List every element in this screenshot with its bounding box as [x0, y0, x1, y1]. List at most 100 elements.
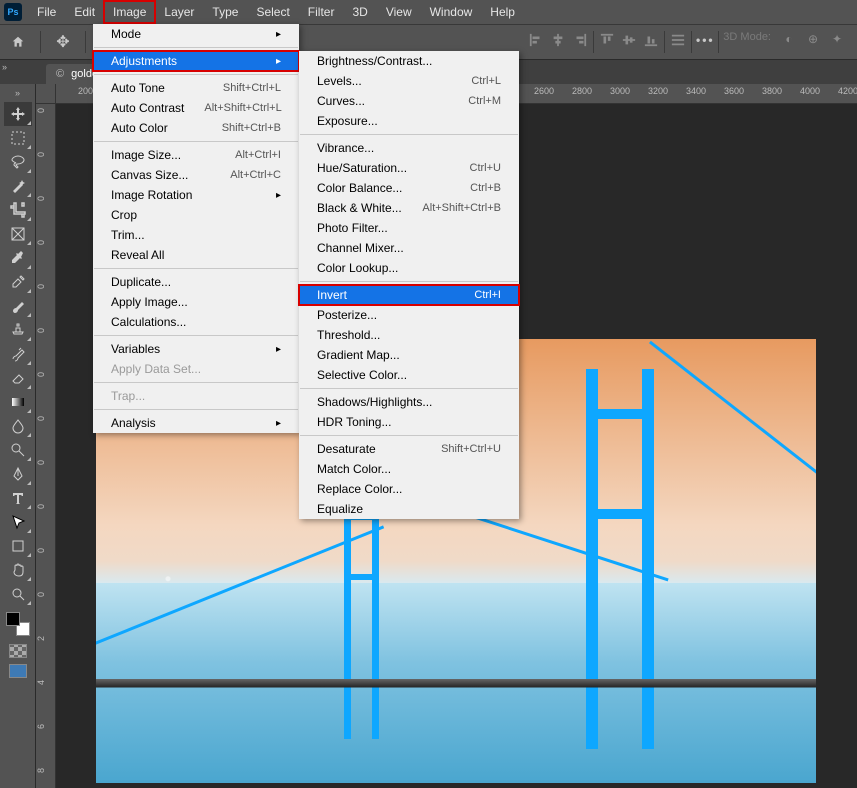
menu-item-shadows-highlights[interactable]: Shadows/Highlights... — [299, 392, 519, 412]
brush-tool[interactable] — [4, 294, 32, 318]
menu-item-analysis[interactable]: Analysis — [93, 413, 299, 433]
align-right-icon[interactable] — [571, 31, 589, 49]
menu-item-auto-tone[interactable]: Auto ToneShift+Ctrl+L — [93, 78, 299, 98]
blur-tool[interactable] — [4, 414, 32, 438]
menu-file[interactable]: File — [28, 1, 65, 23]
align-bottom-icon[interactable] — [642, 31, 660, 49]
menu-item-duplicate[interactable]: Duplicate... — [93, 272, 299, 292]
menu-window[interactable]: Window — [421, 1, 482, 23]
ruler-corner — [36, 84, 56, 104]
magic-wand-tool[interactable] — [4, 174, 32, 198]
menu-edit[interactable]: Edit — [65, 1, 104, 23]
menu-item-trim[interactable]: Trim... — [93, 225, 299, 245]
menu-item-match-color[interactable]: Match Color... — [299, 459, 519, 479]
menu-item-posterize[interactable]: Posterize... — [299, 305, 519, 325]
eyedropper-tool[interactable] — [4, 246, 32, 270]
panel-collapse-icon[interactable]: » — [2, 62, 7, 72]
menu-item-vibrance[interactable]: Vibrance... — [299, 138, 519, 158]
menu-item-calculations[interactable]: Calculations... — [93, 312, 299, 332]
align-top-icon[interactable] — [598, 31, 616, 49]
move-tool[interactable] — [4, 102, 32, 126]
menu-item-image-rotation[interactable]: Image Rotation — [93, 185, 299, 205]
menu-item-image-size[interactable]: Image Size...Alt+Ctrl+I — [93, 145, 299, 165]
pen-tool[interactable] — [4, 462, 32, 486]
menu-item-hue-saturation[interactable]: Hue/Saturation...Ctrl+U — [299, 158, 519, 178]
clone-stamp-tool[interactable] — [4, 318, 32, 342]
ruler-tick-label: 3400 — [686, 86, 706, 96]
menu-item-reveal-all[interactable]: Reveal All — [93, 245, 299, 265]
menu-item-equalize[interactable]: Equalize — [299, 499, 519, 519]
color-swatch[interactable] — [6, 612, 30, 636]
ruler-tick-label: 6 — [36, 724, 56, 729]
menu-item-black-white[interactable]: Black & White...Alt+Shift+Ctrl+B — [299, 198, 519, 218]
path-selection-tool[interactable] — [4, 510, 32, 534]
align-left-icon[interactable] — [527, 31, 545, 49]
home-button[interactable] — [6, 30, 30, 54]
menu-item-variables[interactable]: Variables — [93, 339, 299, 359]
eraser-tool[interactable] — [4, 366, 32, 390]
3d-scale-icon[interactable]: ✦ — [829, 31, 845, 47]
dodge-tool[interactable] — [4, 438, 32, 462]
3d-pan-icon[interactable]: ⊕ — [805, 31, 821, 47]
menu-item-label: HDR Toning... — [317, 415, 391, 429]
menu-item-auto-color[interactable]: Auto ColorShift+Ctrl+B — [93, 118, 299, 138]
3d-orbit-icon[interactable]: ◐ — [781, 31, 797, 47]
gradient-tool[interactable] — [4, 390, 32, 414]
menu-item-threshold[interactable]: Threshold... — [299, 325, 519, 345]
menu-item-gradient-map[interactable]: Gradient Map... — [299, 345, 519, 365]
menu-item-exposure[interactable]: Exposure... — [299, 111, 519, 131]
shape-tool[interactable] — [4, 534, 32, 558]
menu-select[interactable]: Select — [247, 1, 298, 23]
align-center-v-icon[interactable] — [620, 31, 638, 49]
menu-item-brightness-contrast[interactable]: Brightness/Contrast... — [299, 51, 519, 71]
move-tool-indicator-icon[interactable]: ✥ — [51, 30, 75, 54]
menu-view[interactable]: View — [377, 1, 421, 23]
hand-tool[interactable] — [4, 558, 32, 582]
toolstrip-collapse-icon[interactable]: » — [15, 88, 20, 102]
quick-mask-icon[interactable] — [9, 644, 27, 658]
menu-item-adjustments[interactable]: Adjustments — [93, 51, 299, 71]
screen-mode-icon[interactable] — [9, 664, 27, 678]
menu-help[interactable]: Help — [481, 1, 524, 23]
marquee-tool[interactable] — [4, 126, 32, 150]
distribute-icon[interactable] — [669, 31, 687, 49]
menu-item-replace-color[interactable]: Replace Color... — [299, 479, 519, 499]
menu-item-color-balance[interactable]: Color Balance...Ctrl+B — [299, 178, 519, 198]
menu-item-shortcut: Alt+Shift+Ctrl+B — [422, 202, 501, 214]
menu-separator — [300, 435, 518, 436]
ruler-vertical[interactable]: 0000000000002468 — [36, 104, 56, 788]
menu-item-levels[interactable]: Levels...Ctrl+L — [299, 71, 519, 91]
menu-item-curves[interactable]: Curves...Ctrl+M — [299, 91, 519, 111]
menu-item-channel-mixer[interactable]: Channel Mixer... — [299, 238, 519, 258]
frame-tool[interactable] — [4, 222, 32, 246]
menu-item-shortcut: Alt+Shift+Ctrl+L — [204, 102, 281, 114]
menu-item-label: Auto Tone — [111, 81, 165, 95]
menu-item-label: Color Balance... — [317, 181, 402, 195]
menu-item-desaturate[interactable]: DesaturateShift+Ctrl+U — [299, 439, 519, 459]
menu-filter[interactable]: Filter — [299, 1, 344, 23]
menu-3d[interactable]: 3D — [343, 1, 376, 23]
crop-tool[interactable] — [4, 198, 32, 222]
zoom-tool[interactable] — [4, 582, 32, 606]
menu-image[interactable]: Image — [104, 1, 155, 23]
history-brush-tool[interactable] — [4, 342, 32, 366]
menu-item-label: Calculations... — [111, 315, 186, 329]
menu-item-crop[interactable]: Crop — [93, 205, 299, 225]
menu-item-color-lookup[interactable]: Color Lookup... — [299, 258, 519, 278]
type-tool[interactable] — [4, 486, 32, 510]
align-center-h-icon[interactable] — [549, 31, 567, 49]
menu-item-mode[interactable]: Mode — [93, 24, 299, 44]
lasso-tool[interactable] — [4, 150, 32, 174]
menu-dropdown-adjustments: Brightness/Contrast...Levels...Ctrl+LCur… — [299, 51, 519, 519]
menu-type[interactable]: Type — [203, 1, 247, 23]
healing-brush-tool[interactable] — [4, 270, 32, 294]
menu-item-auto-contrast[interactable]: Auto ContrastAlt+Shift+Ctrl+L — [93, 98, 299, 118]
menu-layer[interactable]: Layer — [155, 1, 203, 23]
menu-item-canvas-size[interactable]: Canvas Size...Alt+Ctrl+C — [93, 165, 299, 185]
more-options-icon[interactable]: ••• — [696, 31, 714, 49]
menu-item-selective-color[interactable]: Selective Color... — [299, 365, 519, 385]
menu-item-apply-image[interactable]: Apply Image... — [93, 292, 299, 312]
menu-item-invert[interactable]: InvertCtrl+I — [299, 285, 519, 305]
menu-item-hdr-toning[interactable]: HDR Toning... — [299, 412, 519, 432]
menu-item-photo-filter[interactable]: Photo Filter... — [299, 218, 519, 238]
